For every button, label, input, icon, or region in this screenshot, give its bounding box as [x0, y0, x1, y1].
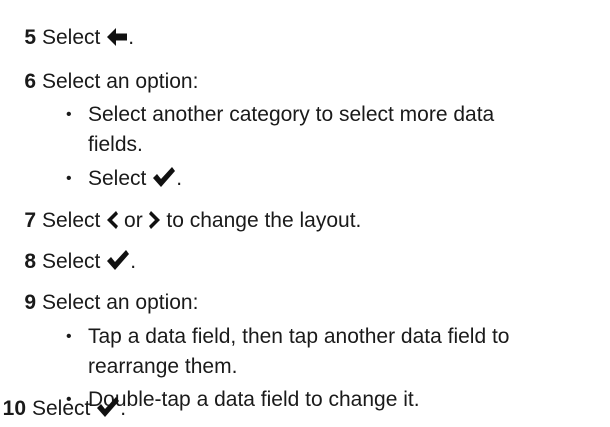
bullet: •	[66, 170, 72, 187]
checkmark-icon	[106, 249, 130, 271]
chevron-left-icon	[106, 210, 119, 230]
option-text: Select .	[88, 166, 183, 190]
step-text: Select .	[42, 26, 135, 49]
step-10: 10 Select .	[0, 394, 600, 424]
step-number: 5	[24, 26, 36, 49]
step-6-option-1: • Select another category to select more…	[66, 100, 606, 160]
chevron-right-icon	[148, 210, 161, 230]
bullet: •	[66, 328, 72, 345]
step-7: 7 Select or to change the layout.	[10, 206, 600, 236]
back-arrow-icon	[106, 27, 128, 47]
step-8: 8 Select .	[10, 247, 600, 277]
step-5: 5 Select .	[10, 23, 600, 53]
step-number: 7	[24, 209, 36, 232]
step-text: Select .	[32, 396, 127, 420]
step-number: 8	[24, 250, 36, 273]
step-text: Select an option:	[42, 291, 199, 314]
step-text: Select an option:	[42, 70, 199, 93]
step-text: Select .	[42, 249, 137, 273]
option-text: Tap a data field, then tap another data …	[88, 325, 510, 378]
step-6: 6 Select an option:	[10, 67, 600, 97]
checkmark-icon	[152, 166, 176, 188]
step-9-option-1: • Tap a data field, then tap another dat…	[66, 322, 606, 382]
step-text: Select or to change the layout.	[42, 209, 362, 232]
bullet: •	[66, 106, 72, 123]
step-number: 10	[2, 397, 26, 420]
step-number: 6	[24, 70, 36, 93]
step-number: 9	[24, 291, 36, 314]
checkmark-icon	[96, 396, 120, 418]
step-9: 9 Select an option:	[10, 288, 600, 318]
step-6-option-2: • Select .	[66, 164, 606, 194]
option-text: Select another category to select more d…	[88, 103, 495, 156]
